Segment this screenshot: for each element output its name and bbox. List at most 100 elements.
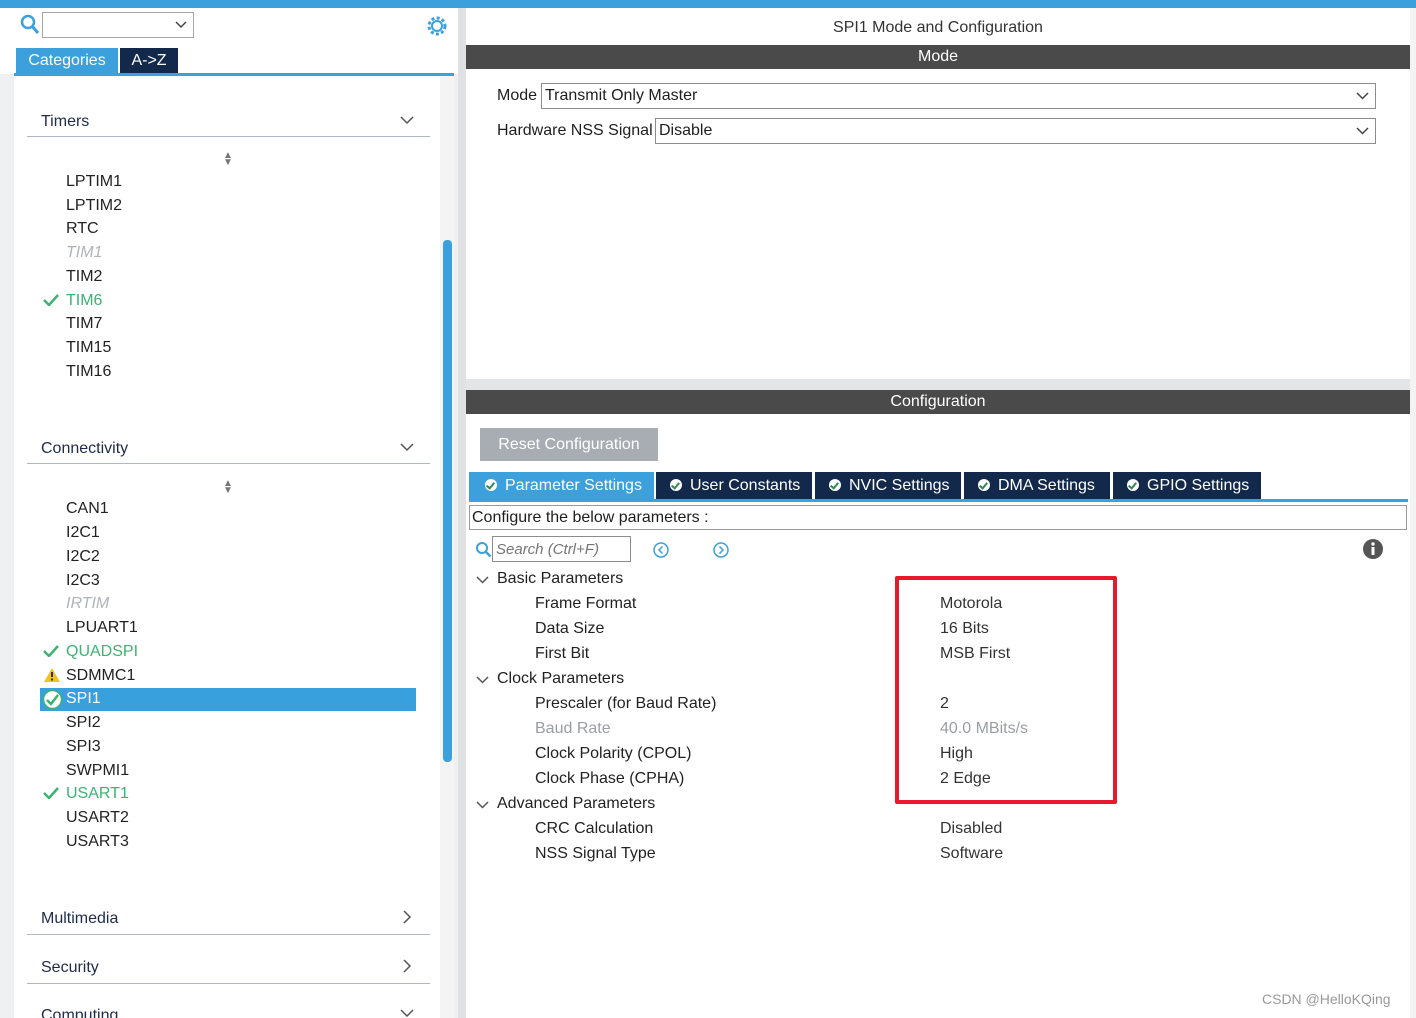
configure-hint: Configure the below parameters : — [469, 505, 1407, 530]
list-item[interactable]: RTC — [66, 220, 99, 238]
group-computing-clip: Computing — [14, 1006, 440, 1018]
chevron-down-icon — [1356, 127, 1369, 135]
page-title: SPI1 Mode and Configuration — [466, 8, 1410, 44]
chevron-right-icon[interactable] — [403, 910, 412, 924]
configuration-header: Configuration — [466, 390, 1410, 414]
search-combo[interactable] — [42, 12, 194, 38]
param-name[interactable]: Frame Format — [535, 595, 636, 613]
param-name[interactable]: NSS Signal Type — [535, 845, 656, 863]
chevron-down-icon — [175, 21, 187, 29]
list-item[interactable]: I2C1 — [66, 524, 100, 542]
list-item[interactable]: TIM7 — [66, 315, 102, 333]
param-name[interactable]: First Bit — [535, 645, 589, 663]
list-item-selected[interactable]: SPI1 — [66, 690, 101, 708]
group-multimedia[interactable]: Multimedia — [41, 910, 118, 928]
sort-icon[interactable]: ▲ ▼ — [223, 151, 233, 168]
section-basic-parameters[interactable]: Basic Parameters — [497, 570, 623, 588]
list-item[interactable]: TIM6 — [66, 292, 102, 310]
tab-label: GPIO Settings — [1147, 477, 1250, 494]
chevron-down-icon[interactable] — [400, 1009, 414, 1018]
scrollbar-thumb[interactable] — [443, 240, 452, 762]
list-item[interactable]: I2C2 — [66, 548, 100, 566]
highlight-box — [895, 576, 1117, 804]
list-item[interactable]: SPI3 — [66, 738, 101, 756]
list-item[interactable]: SDMMC1 — [66, 667, 135, 685]
list-item[interactable]: TIM2 — [66, 268, 102, 286]
mode-select[interactable]: Transmit Only Master — [541, 83, 1376, 109]
check-circle-icon — [978, 479, 990, 491]
list-item[interactable]: SWPMI1 — [66, 762, 129, 780]
param-value[interactable]: Software — [940, 845, 1003, 863]
info-icon[interactable] — [1362, 538, 1384, 560]
watermark: CSDN @HelloKQing — [1262, 991, 1391, 1007]
chevron-down-icon[interactable] — [476, 801, 489, 809]
group-timers[interactable]: Timers — [41, 113, 89, 131]
reset-configuration-button[interactable]: Reset Configuration — [480, 428, 658, 461]
list-item[interactable]: LPTIM2 — [66, 197, 122, 215]
group-security[interactable]: Security — [41, 959, 99, 977]
param-name[interactable]: Data Size — [535, 620, 604, 638]
tab-user-constants[interactable]: User Constants — [656, 472, 812, 499]
list-item[interactable]: TIM16 — [66, 363, 111, 381]
tab-nvic-settings[interactable]: NVIC Settings — [815, 472, 961, 499]
param-value[interactable]: Disabled — [940, 820, 1002, 838]
list-item[interactable]: QUADSPI — [66, 643, 138, 661]
list-item[interactable]: TIM15 — [66, 339, 111, 357]
mode-header: Mode — [466, 45, 1410, 69]
divider — [27, 934, 430, 935]
param-name[interactable]: Clock Phase (CPHA) — [535, 770, 684, 788]
param-name[interactable]: Clock Polarity (CPOL) — [535, 745, 691, 763]
chevron-right-icon[interactable] — [403, 959, 412, 973]
search-icon[interactable] — [20, 14, 40, 36]
warning-icon — [44, 668, 60, 682]
tab-dma-settings[interactable]: DMA Settings — [964, 472, 1110, 499]
param-name: Baud Rate — [535, 720, 611, 737]
section-clock-parameters[interactable]: Clock Parameters — [497, 670, 624, 688]
group-computing[interactable]: Computing — [41, 1007, 118, 1018]
chevron-down-icon[interactable] — [400, 116, 414, 125]
param-name[interactable]: Prescaler (for Baud Rate) — [535, 695, 716, 713]
chevron-down-icon — [1356, 92, 1369, 100]
panel-splitter[interactable] — [458, 8, 466, 1018]
tab-categories[interactable]: Categories — [16, 48, 118, 74]
tab-label: NVIC Settings — [849, 477, 950, 494]
check-circle-icon — [42, 689, 63, 710]
parameter-search-input[interactable] — [492, 536, 631, 562]
previous-icon[interactable] — [652, 541, 670, 559]
tab-label: DMA Settings — [998, 477, 1095, 494]
check-icon — [43, 294, 59, 306]
tab-underline — [14, 73, 454, 76]
tab-a-z[interactable]: A->Z — [120, 48, 178, 74]
list-item[interactable]: I2C3 — [66, 572, 100, 590]
search-icon[interactable] — [475, 541, 492, 558]
list-item[interactable]: CAN1 — [66, 500, 109, 518]
check-circle-icon — [829, 479, 841, 491]
list-item[interactable]: TIM1 — [66, 244, 102, 262]
list-item[interactable]: USART1 — [66, 785, 129, 803]
divider — [27, 983, 430, 984]
list-item[interactable]: LPTIM1 — [66, 173, 122, 191]
tab-label: User Constants — [690, 477, 801, 494]
section-advanced-parameters[interactable]: Advanced Parameters — [497, 795, 655, 813]
chevron-down-icon[interactable] — [476, 576, 489, 584]
list-item[interactable]: SPI2 — [66, 714, 101, 732]
nss-select-value: Disable — [659, 122, 713, 139]
sort-icon[interactable]: ▲ ▼ — [223, 479, 233, 496]
chevron-down-icon[interactable] — [400, 443, 414, 452]
divider — [27, 136, 430, 137]
list-item[interactable]: IRTIM — [66, 595, 109, 613]
next-icon[interactable] — [712, 541, 730, 559]
tab-parameter-settings[interactable]: Parameter Settings — [469, 472, 654, 499]
splitter[interactable] — [466, 379, 1410, 390]
chevron-down-icon[interactable] — [476, 676, 489, 684]
gear-icon[interactable] — [426, 15, 448, 37]
nss-select[interactable]: Disable — [655, 118, 1376, 144]
list-item[interactable]: USART2 — [66, 809, 129, 827]
divider — [27, 463, 430, 464]
list-item[interactable]: LPUART1 — [66, 619, 138, 637]
tab-gpio-settings[interactable]: GPIO Settings — [1113, 472, 1261, 499]
list-item[interactable]: USART3 — [66, 833, 129, 851]
tab-underline — [469, 499, 1408, 502]
group-connectivity[interactable]: Connectivity — [41, 440, 128, 458]
param-name[interactable]: CRC Calculation — [535, 820, 653, 838]
